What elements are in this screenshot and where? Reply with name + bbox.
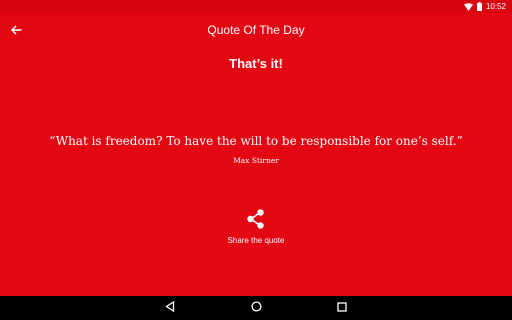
status-icons: 10:52 [463,1,506,12]
share-label: Share the quote [227,236,285,245]
navigation-bar [0,296,512,320]
nav-back-button[interactable] [161,299,179,317]
quote-author: Max Stirner [233,156,279,165]
nav-home-button[interactable] [247,299,265,317]
nav-recents-button[interactable] [333,299,351,317]
page-heading: That’s it! [229,56,283,71]
status-time: 10:52 [485,2,506,11]
nav-back-icon [165,299,175,317]
battery-icon [476,2,482,11]
share-button[interactable]: Share the quote [206,208,306,252]
status-bar: 10:52 [0,0,512,13]
nav-home-icon [250,299,262,317]
toolbar: Quote Of The Day [0,13,512,49]
quote-text: “What is freedom? To have the will to be… [49,134,463,148]
nav-recents-icon [337,299,347,317]
toolbar-title: Quote Of The Day [207,23,305,37]
wifi-icon [463,2,473,11]
share-icon [245,208,267,230]
